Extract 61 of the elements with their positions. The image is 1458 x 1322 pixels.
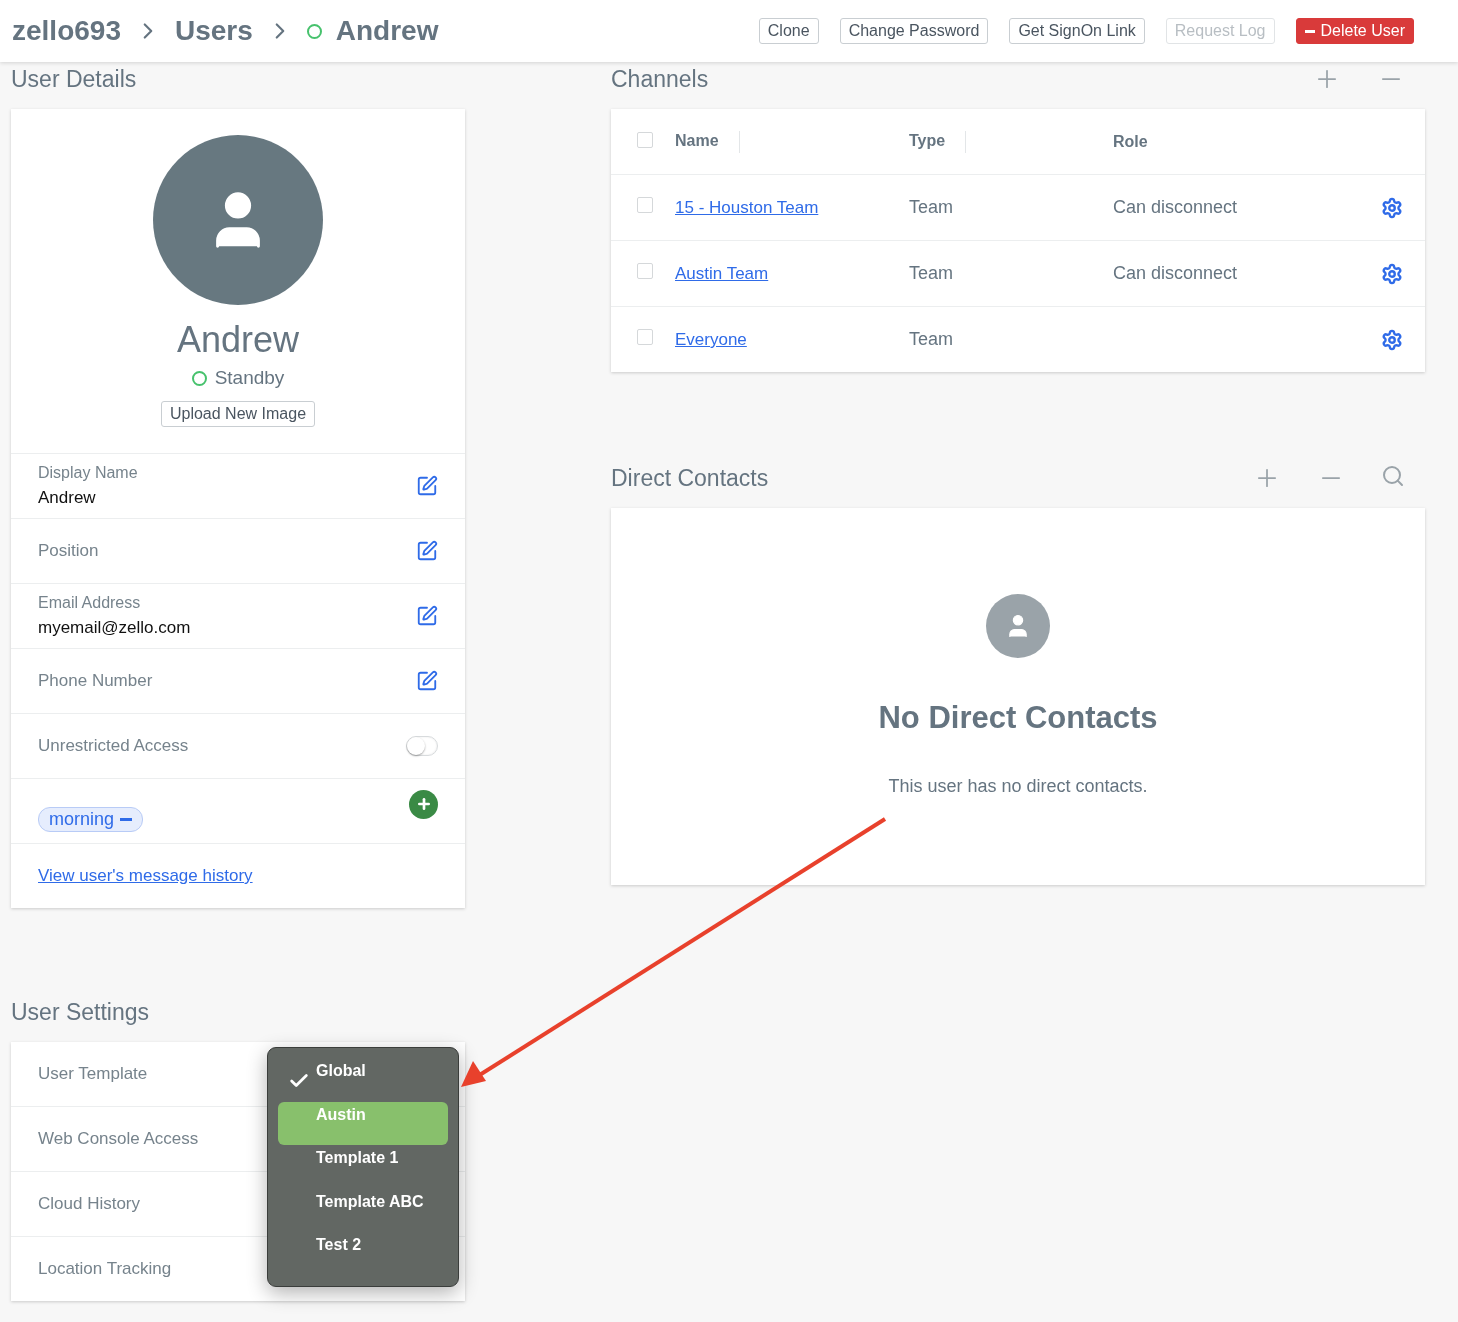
checkbox[interactable] <box>637 329 653 345</box>
settings-icon[interactable] <box>1381 328 1403 351</box>
table-cell: Team <box>909 329 953 349</box>
field-label: Email Address <box>38 594 142 612</box>
breadcrumb-item[interactable]: zello693 <box>12 15 121 47</box>
setting-label: Web Console Access <box>38 1129 199 1149</box>
edit-icon[interactable] <box>416 670 438 692</box>
edit-icon[interactable] <box>416 475 438 497</box>
checkbox[interactable] <box>637 263 653 279</box>
checkbox[interactable] <box>637 131 653 148</box>
breadcrumb-item[interactable]: Users <box>174 15 253 47</box>
checkbox[interactable] <box>637 197 653 213</box>
edit-icon[interactable] <box>416 605 438 627</box>
table-cell: Team <box>909 197 953 217</box>
message-history-link[interactable]: View user's message history <box>38 866 253 886</box>
settings-icon[interactable] <box>1381 196 1403 219</box>
status-ring-icon <box>191 370 207 386</box>
channel-link[interactable]: 15 - Houston Team <box>675 198 819 217</box>
menu-option[interactable]: Template 1 <box>278 1145 448 1189</box>
minus-icon <box>1304 29 1315 33</box>
action-button[interactable]: Change Password <box>839 18 989 44</box>
field-label: Unrestricted Access <box>38 736 190 756</box>
field-label: Position <box>38 541 100 561</box>
upload-image-button[interactable]: Upload New Image <box>160 401 316 427</box>
channel-link[interactable]: Everyone <box>675 330 747 349</box>
empty-state-text: This user has no direct contacts. <box>888 776 1148 797</box>
column-header: Name <box>675 131 719 149</box>
column-header: Type <box>909 131 946 149</box>
menu-option[interactable]: Global <box>278 1058 448 1102</box>
empty-state-title: No Direct Contacts <box>878 700 1158 736</box>
user-name: Andrew <box>176 319 300 361</box>
table-cell: Can disconnect <box>1113 197 1238 217</box>
column-header: Role <box>1113 132 1148 150</box>
plus-icon <box>415 796 432 812</box>
setting-label: Cloud History <box>38 1194 141 1214</box>
tag-chip[interactable]: morning <box>38 806 144 832</box>
menu-option[interactable]: Template ABC <box>278 1188 448 1233</box>
delete-button[interactable]: Delete User <box>1295 18 1414 44</box>
toggle-switch[interactable] <box>406 736 438 756</box>
section-title: Channels <box>611 65 710 93</box>
field-value: myemail@zello.com <box>38 618 192 638</box>
action-button[interactable]: Get SignOn Link <box>1009 18 1145 44</box>
setting-label: Location Tracking <box>38 1259 172 1279</box>
channel-link[interactable]: Austin Team <box>675 264 769 283</box>
breadcrumb-item: Andrew <box>335 15 439 47</box>
setting-label: User Template <box>38 1064 148 1084</box>
table-cell: Team <box>909 263 953 283</box>
remove-icon[interactable] <box>120 817 133 821</box>
settings-icon[interactable] <box>1381 262 1403 285</box>
field-label: Phone Number <box>38 671 154 691</box>
action-button[interactable]: Clone <box>758 18 819 44</box>
field-value: Andrew <box>38 488 97 508</box>
section-title: Direct Contacts <box>611 464 770 492</box>
section-title: User Settings <box>11 998 151 1026</box>
menu-option[interactable]: Test 2 <box>278 1232 448 1276</box>
section-title: User Details <box>11 65 138 93</box>
status-text: Standby <box>214 367 285 389</box>
field-label: Display Name <box>38 464 139 482</box>
edit-icon[interactable] <box>416 540 438 562</box>
add-tag-button[interactable] <box>409 789 438 819</box>
table-cell: Can disconnect <box>1113 263 1238 283</box>
